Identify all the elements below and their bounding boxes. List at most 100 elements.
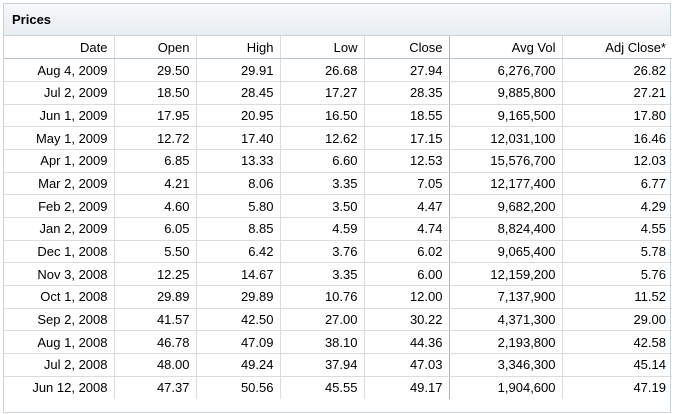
- cell-high: 29.89: [196, 285, 281, 309]
- cell-close: 28.35: [364, 81, 450, 105]
- cell-avg-vol: 15,576,700: [449, 149, 563, 173]
- cell-low: 10.76: [280, 285, 365, 309]
- cell-date: Dec 1, 2008: [4, 240, 115, 264]
- cell-avg-vol: 3,346,300: [449, 353, 563, 377]
- prices-table: Date Open High Low Close Avg Vol Adj Close* Au…: [4, 36, 672, 399]
- cell-avg-vol: 9,165,500: [449, 104, 563, 128]
- cell-date: Feb 2, 2009: [4, 194, 115, 218]
- cell-close: 4.47: [364, 194, 450, 218]
- cell-high: 28.45: [196, 81, 281, 105]
- cell-adj-close: 4.55: [562, 217, 672, 241]
- cell-close: 6.02: [364, 240, 450, 264]
- table-row: Oct 1, 2008 29.89 29.89 10.76 12.00 7,137,900…: [4, 285, 672, 309]
- cell-date: Nov 3, 2008: [4, 262, 115, 287]
- cell-adj-close: 29.00: [562, 308, 672, 332]
- column-header-avg-vol: Avg Vol: [449, 36, 563, 60]
- cell-high: 17.40: [196, 126, 281, 150]
- cell-close: 12.53: [364, 149, 450, 173]
- cell-high: 13.33: [196, 149, 281, 173]
- cell-open: 48.00: [114, 353, 197, 377]
- cell-close: 12.00: [364, 285, 450, 309]
- cell-low: 6.60: [280, 149, 365, 173]
- cell-high: 50.56: [196, 376, 281, 399]
- cell-high: 8.06: [196, 172, 281, 196]
- cell-avg-vol: 12,159,200: [449, 262, 563, 287]
- cell-close: 30.22: [364, 308, 450, 332]
- cell-high: 8.85: [196, 217, 281, 241]
- column-header-close: Close: [364, 36, 450, 60]
- table-row: Jun 1, 2009 17.95 20.95 16.50 18.55 9,165,500…: [4, 104, 672, 128]
- cell-close: 7.05: [364, 172, 450, 196]
- cell-adj-close: 4.29: [562, 194, 672, 218]
- cell-open: 18.50: [114, 81, 197, 105]
- cell-high: 20.95: [196, 104, 281, 128]
- table-row: Sep 2, 2008 41.57 42.50 27.00 30.22 4,371,300…: [4, 308, 672, 332]
- cell-avg-vol: 12,177,400: [449, 172, 563, 196]
- panel-title: Prices: [4, 4, 670, 36]
- cell-low: 37.94: [280, 353, 365, 377]
- table-row: Nov 3, 2008 12.25 14.67 3.35 6.00 12,159,200 5…: [4, 262, 672, 287]
- cell-open: 6.05: [114, 217, 197, 241]
- cell-open: 47.37: [114, 376, 197, 399]
- header-row: Date Open High Low Close Avg Vol Adj Close*: [4, 36, 672, 60]
- cell-low: 12.62: [280, 126, 365, 150]
- cell-open: 41.57: [114, 308, 197, 332]
- cell-avg-vol: 1,904,600: [449, 376, 563, 399]
- cell-close: 18.55: [364, 104, 450, 128]
- cell-low: 17.27: [280, 81, 365, 105]
- table-row: Aug 1, 2008 46.78 47.09 38.10 44.36 2,193,800…: [4, 330, 672, 355]
- cell-open: 12.72: [114, 126, 197, 150]
- cell-adj-close: 47.19: [633, 380, 666, 396]
- cell-adj-close: 16.46: [562, 126, 672, 150]
- cell-avg-vol: 9,065,400: [449, 240, 563, 264]
- cell-low: 45.55: [280, 376, 365, 399]
- cell-adj-close: 17.80: [562, 104, 672, 128]
- cell-low: 27.00: [280, 308, 365, 332]
- cell-date: Jul 2, 2008: [4, 353, 115, 377]
- table-row: Mar 2, 2009 4.21 8.06 3.35 7.05 12,177,400 6.7…: [4, 172, 672, 196]
- cell-adj-close: 5.78: [562, 240, 672, 264]
- cell-close: 49.17: [364, 376, 450, 399]
- table-row: Aug 4, 2009 29.50 29.91 26.68 27.94 6,276,700…: [4, 58, 672, 82]
- cell-date: Sep 2, 2008: [4, 308, 115, 332]
- cell-open: 5.50: [114, 240, 197, 264]
- cell-date: Apr 1, 2009: [4, 149, 115, 173]
- column-header-adj-close: Adj Close*: [562, 36, 672, 60]
- cell-open: 12.25: [114, 262, 197, 287]
- column-header-low: Low: [280, 36, 365, 60]
- cell-open: 29.89: [114, 285, 197, 309]
- cell-open: 4.21: [114, 172, 197, 196]
- cell-high: 5.80: [196, 194, 281, 218]
- table-row: Feb 2, 2009 4.60 5.80 3.50 4.47 9,682,200 4.29: [4, 194, 672, 218]
- cell-avg-vol: 4,371,300: [449, 308, 563, 332]
- cell-close: 17.15: [364, 126, 450, 150]
- cell-date: Oct 1, 2008: [4, 285, 115, 309]
- table-row: Jan 2, 2009 6.05 8.85 4.59 4.74 8,824,400 4.55: [4, 217, 672, 241]
- table-row: Jul 2, 2009 18.50 28.45 17.27 28.35 9,885,800…: [4, 81, 672, 105]
- cell-date: May 1, 2009: [4, 126, 115, 150]
- cell-low: 26.68: [280, 58, 365, 82]
- cell-adj-close: 5.76: [562, 262, 672, 287]
- cell-adj-close: 42.58: [562, 330, 672, 355]
- table-body: Aug 4, 2009 29.50 29.91 26.68 27.94 6,276,700…: [4, 58, 672, 399]
- cell-close: 27.94: [364, 58, 450, 82]
- cell-adj-close: 11.52: [562, 285, 672, 309]
- cell-low: 38.10: [280, 330, 365, 355]
- cell-close: 44.36: [364, 330, 450, 355]
- prices-panel: Prices Date Open High Low Close Avg Vol Adj Cl…: [3, 3, 672, 413]
- cell-avg-vol: 8,824,400: [449, 217, 563, 241]
- cell-adj-close: 45.14: [562, 353, 672, 377]
- column-header-date: Date: [4, 36, 115, 60]
- table-row: Jul 2, 2008 48.00 49.24 37.94 47.03 3,346,300…: [4, 353, 672, 377]
- cell-low: 3.76: [280, 240, 365, 264]
- cell-adj-close: 12.03: [562, 149, 672, 173]
- cell-avg-vol: 2,193,800: [449, 330, 563, 355]
- cell-open: 46.78: [114, 330, 197, 355]
- cell-high: 42.50: [196, 308, 281, 332]
- cell-avg-vol: 6,276,700: [449, 58, 563, 82]
- cell-date: Mar 2, 2009: [4, 172, 115, 196]
- cell-avg-vol: 9,682,200: [449, 194, 563, 218]
- cell-open: 6.85: [114, 149, 197, 173]
- cell-close: 47.03: [364, 353, 450, 377]
- table-row: Apr 1, 2009 6.85 13.33 6.60 12.53 15,576,700 1…: [4, 149, 672, 173]
